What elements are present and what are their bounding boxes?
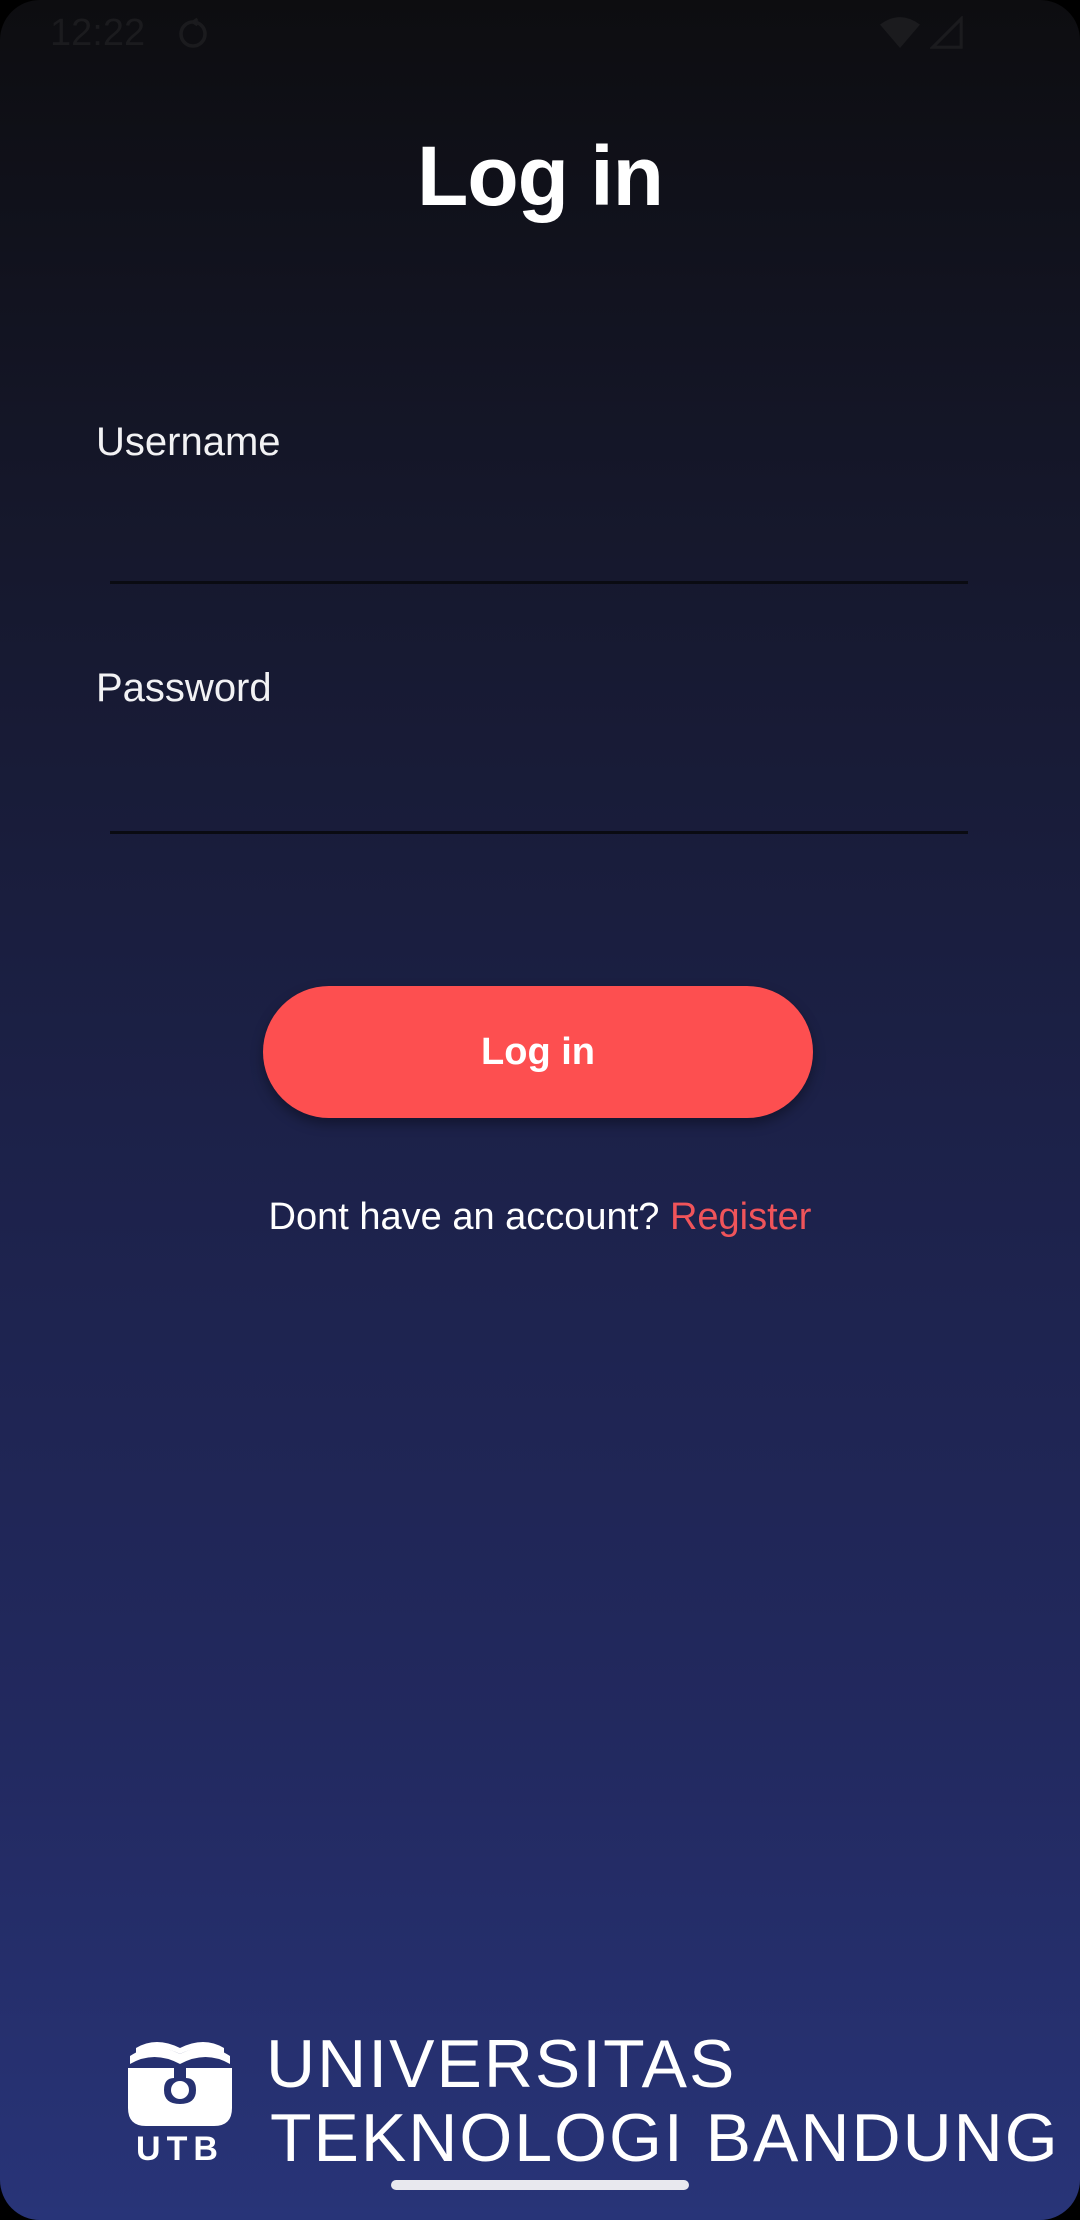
sync-icon [179,17,207,48]
username-input[interactable] [110,514,968,584]
password-label: Password [96,666,272,710]
utb-emblem-text: UTB [136,2130,224,2164]
utb-logo-emblem: UTB [128,2042,232,2164]
gesture-nav-handle[interactable] [391,2180,689,2190]
register-link[interactable]: Register [670,1196,812,1238]
logo-text-line1: UNIVERSITAS [266,2026,737,2102]
signal-icon [930,16,963,49]
status-bar: 12:22 [0,0,1080,66]
register-prompt-text: Dont have an account? [268,1196,660,1238]
logo-text-line2: TEKNOLOGI BANDUNG [270,2100,1060,2176]
page-title: Log in [417,129,664,223]
login-button[interactable]: Log in [263,986,813,1118]
wifi-icon [880,17,920,48]
login-screen: 12:22 Log in Username Password Log in Do… [0,0,1080,2220]
register-prompt-line: Dont have an account? Register [0,1196,1080,1239]
status-time: 12:22 [50,12,146,54]
password-input[interactable] [110,764,968,834]
username-label: Username [96,420,281,464]
